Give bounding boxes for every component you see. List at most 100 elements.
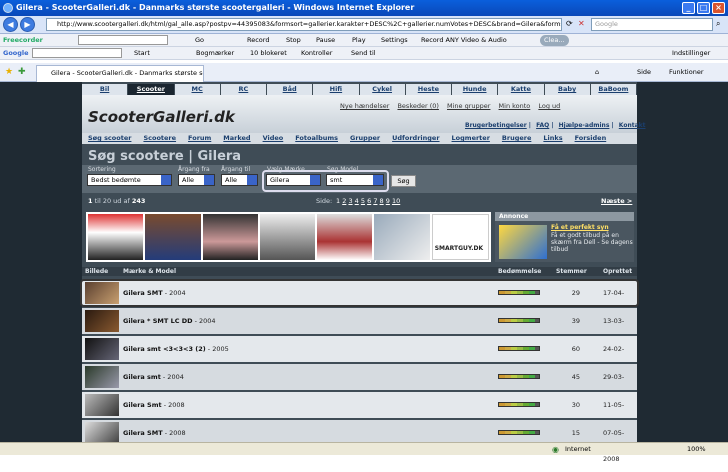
forward-icon[interactable]: ▶ bbox=[20, 17, 35, 32]
page-menu[interactable]: Side bbox=[637, 68, 651, 76]
nav-video[interactable]: Video bbox=[257, 133, 290, 144]
player-search[interactable]: Clea... bbox=[540, 35, 569, 46]
scooter-thumbnail[interactable] bbox=[85, 366, 119, 388]
annonce-image[interactable] bbox=[499, 225, 547, 259]
cat-hifi[interactable]: Hifi bbox=[313, 84, 359, 95]
log-ud-link[interactable]: Log ud bbox=[538, 102, 560, 110]
cat-baboom[interactable]: BaBoom bbox=[590, 84, 636, 95]
stop-button[interactable]: Stop bbox=[286, 34, 301, 47]
table-row[interactable]: Gilera SMT - 2008 15 07-05-2008 bbox=[82, 420, 637, 463]
cat-baad[interactable]: Båd bbox=[267, 84, 313, 95]
scooter-thumbnail[interactable] bbox=[85, 338, 119, 360]
cat-heste[interactable]: Heste bbox=[405, 84, 451, 95]
home-icon[interactable]: ⌂ bbox=[595, 68, 599, 76]
nav-forsiden[interactable]: Forsiden bbox=[569, 133, 613, 144]
brugerbetingelser-link[interactable]: Brugerbetingelser bbox=[465, 122, 527, 129]
row-model[interactable]: Gilera smt - 2004 bbox=[123, 364, 184, 390]
nav-fotoalbums[interactable]: Fotoalbums bbox=[289, 133, 344, 144]
settings-button-google[interactable]: Indstillinger bbox=[672, 47, 710, 60]
cat-cykel[interactable]: Cykel bbox=[359, 84, 405, 95]
zoom-level[interactable]: 100% bbox=[687, 443, 706, 456]
page-link[interactable]: 10 bbox=[392, 197, 400, 205]
add-favorite-icon[interactable]: ✚ bbox=[18, 67, 26, 77]
maximize-button[interactable]: □ bbox=[697, 2, 710, 14]
table-row[interactable]: Gilera Smt - 2008 30 11-05-2008 bbox=[82, 392, 637, 435]
cat-baby[interactable]: Baby bbox=[544, 84, 590, 95]
row-brand[interactable]: Gilera smt <3<3<3 (2) bbox=[123, 345, 206, 353]
nav-udfordringer[interactable]: Udfordringer bbox=[386, 133, 445, 144]
pause-button[interactable]: Pause bbox=[316, 34, 335, 47]
sort-select[interactable]: Bedst bedømte bbox=[87, 174, 172, 186]
cat-mc[interactable]: MC bbox=[174, 84, 220, 95]
ad-banner[interactable]: SMARTGUY.DK bbox=[86, 212, 491, 262]
google-search-input[interactable] bbox=[32, 48, 122, 58]
favorites-star-icon[interactable]: ★ bbox=[5, 67, 13, 77]
page-link[interactable]: 5 bbox=[361, 197, 365, 205]
send-to-button[interactable]: Send til bbox=[351, 47, 376, 60]
site-logo[interactable]: ScooterGalleri.dk bbox=[88, 108, 235, 126]
model-input[interactable]: smt bbox=[326, 174, 384, 186]
row-brand[interactable]: Gilera smt bbox=[123, 373, 161, 381]
mine-grupper-link[interactable]: Mine grupper bbox=[447, 102, 490, 110]
nye-haendelser-link[interactable]: Nye hændelser bbox=[340, 102, 389, 110]
row-brand[interactable]: Gilera * SMT LC DD bbox=[123, 317, 193, 325]
nav-brugere[interactable]: Brugere bbox=[496, 133, 537, 144]
nav-marked[interactable]: Marked bbox=[217, 133, 256, 144]
year-to-select[interactable]: Alle bbox=[221, 174, 258, 186]
nav-grupper[interactable]: Grupper bbox=[344, 133, 386, 144]
page-link[interactable]: 6 bbox=[367, 197, 371, 205]
next-page-link[interactable]: Næste > bbox=[601, 196, 632, 207]
nav-forum[interactable]: Forum bbox=[182, 133, 217, 144]
page-link[interactable]: 8 bbox=[380, 197, 384, 205]
scooter-thumbnail[interactable] bbox=[85, 310, 119, 332]
record-button[interactable]: Record bbox=[247, 34, 269, 47]
scooter-thumbnail[interactable] bbox=[85, 394, 119, 416]
nav-links[interactable]: Links bbox=[537, 133, 568, 144]
kontakt-link[interactable]: Kontakt bbox=[619, 122, 646, 129]
search-input[interactable]: Google bbox=[591, 18, 713, 31]
page-link[interactable]: 2 bbox=[342, 197, 346, 205]
play-button[interactable]: Play bbox=[352, 34, 366, 47]
check-button[interactable]: Kontroller bbox=[301, 47, 332, 60]
cat-scooter[interactable]: Scooter bbox=[128, 84, 174, 95]
back-icon[interactable]: ◀ bbox=[3, 17, 18, 32]
table-row[interactable]: Gilera smt <3<3<3 (2) - 2005 60 24-02-20… bbox=[82, 336, 637, 379]
tab-gilera[interactable]: Gilera - ScooterGalleri.dk - Danmarks st… bbox=[36, 65, 204, 82]
cat-hunde[interactable]: Hunde bbox=[452, 84, 498, 95]
row-brand[interactable]: Gilera SMT bbox=[123, 429, 163, 437]
min-konto-link[interactable]: Min konto bbox=[499, 102, 531, 110]
brand-select[interactable]: Gilera bbox=[266, 174, 321, 186]
nav-scootere[interactable]: Scootere bbox=[137, 133, 182, 144]
page-link[interactable]: 4 bbox=[355, 197, 359, 205]
year-from-select[interactable]: Alle bbox=[178, 174, 215, 186]
hjaelpe-admins-link[interactable]: Hjælpe-admins bbox=[559, 122, 610, 129]
table-row[interactable]: Gilera smt - 2004 45 29-03-2008 bbox=[82, 364, 637, 407]
cat-katte[interactable]: Katte bbox=[498, 84, 544, 95]
row-model[interactable]: Gilera Smt - 2008 bbox=[123, 392, 185, 418]
search-button[interactable]: Søg bbox=[391, 175, 416, 187]
cat-bil[interactable]: Bil bbox=[82, 84, 128, 95]
row-model[interactable]: Gilera * SMT LC DD - 2004 bbox=[123, 308, 216, 334]
refresh-icon[interactable]: ⟳ bbox=[566, 19, 573, 28]
row-model[interactable]: Gilera smt <3<3<3 (2) - 2005 bbox=[123, 336, 229, 362]
stop-icon[interactable]: ✕ bbox=[578, 19, 585, 28]
cat-rc[interactable]: RC bbox=[220, 84, 266, 95]
page-link[interactable]: 3 bbox=[348, 197, 352, 205]
record-any-button[interactable]: Record ANY Video & Audio bbox=[421, 34, 507, 47]
minimize-button[interactable]: _ bbox=[682, 2, 695, 14]
table-row[interactable]: Gilera * SMT LC DD - 2004 39 13-03-2008 bbox=[82, 308, 637, 351]
faq-link[interactable]: FAQ bbox=[536, 122, 549, 129]
tools-menu[interactable]: Funktioner bbox=[669, 68, 704, 76]
page-link[interactable]: 9 bbox=[386, 197, 390, 205]
google-start-button[interactable]: Start bbox=[134, 47, 150, 60]
page-link[interactable]: 1 bbox=[336, 197, 340, 205]
freecorder-search-input[interactable] bbox=[78, 35, 168, 45]
go-button[interactable]: Go bbox=[195, 34, 204, 47]
bookmarks-button[interactable]: Bogmærker bbox=[196, 47, 234, 60]
search-icon[interactable]: ⌕ bbox=[716, 19, 720, 29]
nav-logmerter[interactable]: Logmerter bbox=[446, 133, 496, 144]
beskeder-link[interactable]: Beskeder (0) bbox=[397, 102, 438, 110]
settings-button[interactable]: Settings bbox=[381, 34, 408, 47]
scooter-thumbnail[interactable] bbox=[85, 422, 119, 442]
nav-soeg-scooter[interactable]: Søg scooter bbox=[82, 133, 137, 144]
